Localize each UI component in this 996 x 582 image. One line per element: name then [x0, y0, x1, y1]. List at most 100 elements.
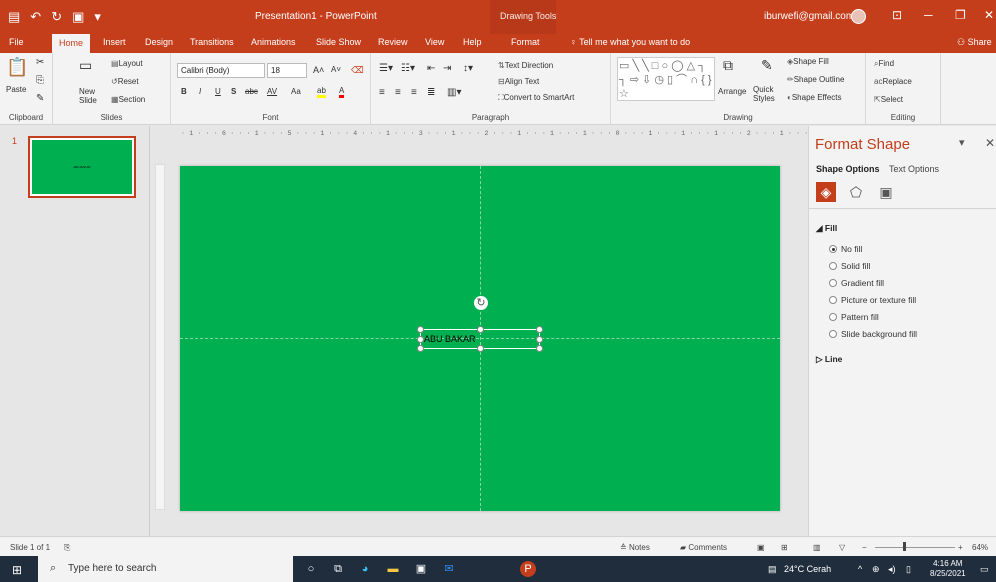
tab-view[interactable]: View	[425, 37, 444, 47]
notes-button[interactable]: ≙ Notes	[620, 543, 650, 552]
align-center-icon[interactable]: ≡	[395, 87, 401, 98]
fill-option-pattern[interactable]: Pattern fill	[829, 312, 879, 322]
increase-indent-icon[interactable]: ⇥	[443, 63, 451, 74]
text-direction-button[interactable]: ⇅ Text Direction	[498, 61, 553, 70]
file-explorer-icon[interactable]: ▬	[385, 561, 401, 577]
zoom-slider[interactable]	[875, 547, 955, 548]
tab-file[interactable]: File	[9, 37, 24, 47]
zoom-out-icon[interactable]: −	[862, 543, 867, 552]
shape-effects-button[interactable]: ◐ Shape Effects	[787, 93, 842, 102]
arrange-icon[interactable]: ⧉	[723, 57, 733, 74]
font-color-icon[interactable]: A	[339, 86, 345, 98]
select-button[interactable]: ⇱ Select	[874, 95, 903, 104]
restore-icon[interactable]: ❐	[955, 8, 966, 22]
tab-text-options[interactable]: Text Options	[889, 164, 939, 174]
resize-handle[interactable]	[417, 345, 424, 352]
grow-font-icon[interactable]: A˄	[313, 65, 324, 75]
format-painter-icon[interactable]: ✎	[36, 93, 44, 104]
comments-button[interactable]: ▰ Comments	[680, 543, 727, 552]
fill-section-header[interactable]: ◢ Fill	[816, 223, 837, 234]
customize-qat-icon[interactable]: ▾	[94, 9, 101, 25]
tab-review[interactable]: Review	[378, 37, 408, 47]
news-icon[interactable]: ▤	[768, 564, 777, 575]
tab-shape-options[interactable]: Shape Options	[816, 164, 880, 174]
font-name-dropdown[interactable]: Calibri (Body)	[177, 63, 265, 78]
copy-icon[interactable]: ⎘	[36, 75, 44, 86]
shrink-font-icon[interactable]: A˅	[331, 65, 341, 74]
fill-option-picture[interactable]: Picture or texture fill	[829, 295, 916, 305]
resize-handle[interactable]	[477, 326, 484, 333]
store-icon[interactable]: ▣	[413, 561, 429, 577]
highlight-color-icon[interactable]: ab	[317, 86, 326, 98]
zoom-in-icon[interactable]: +	[958, 543, 963, 552]
ribbon-display-icon[interactable]: ⊡	[892, 8, 902, 22]
tab-slide-show[interactable]: Slide Show	[316, 37, 361, 47]
minimize-icon[interactable]: ─	[924, 8, 933, 22]
align-right-icon[interactable]: ≡	[411, 87, 417, 98]
close-icon[interactable]: ✕	[984, 8, 994, 22]
fill-option-slide-background[interactable]: Slide background fill	[829, 329, 917, 339]
battery-icon[interactable]: ▯	[906, 564, 911, 575]
reset-button[interactable]: ↺ Reset	[111, 77, 139, 86]
new-slide-icon[interactable]: ▭	[79, 57, 92, 74]
bold-button[interactable]: B	[181, 87, 187, 96]
resize-handle[interactable]	[536, 336, 543, 343]
layout-button[interactable]: ▤ Layout	[111, 59, 143, 68]
show-hidden-icons[interactable]: ^	[858, 564, 862, 574]
slide-thumbnail[interactable]: ABU BAKAR	[28, 136, 136, 198]
edge-icon[interactable]: ◕	[357, 561, 373, 577]
resize-handle[interactable]	[417, 336, 424, 343]
size-properties-icon[interactable]: ▣	[876, 182, 896, 202]
section-button[interactable]: ▦ Section	[111, 95, 145, 104]
convert-smartart-button[interactable]: ⛶ Convert to SmartArt	[498, 93, 574, 103]
quick-styles-icon[interactable]: ✎	[761, 57, 773, 74]
tab-format[interactable]: Format	[511, 37, 540, 47]
accessibility-icon[interactable]: ⎘	[64, 543, 70, 553]
shape-outline-button[interactable]: ✏ Shape Outline	[787, 75, 844, 84]
numbering-icon[interactable]: ☷▾	[401, 63, 415, 74]
weather-text[interactable]: 24°C Cerah	[784, 564, 831, 574]
font-size-dropdown[interactable]: 18	[267, 63, 307, 78]
zoom-level[interactable]: 64%	[972, 543, 988, 552]
new-slide-button[interactable]: New Slide	[79, 87, 99, 105]
replace-button[interactable]: ac Replace	[874, 77, 912, 86]
volume-icon[interactable]: ◂)	[888, 564, 896, 575]
taskbar-search[interactable]: ⌕ Type here to search	[38, 556, 293, 582]
fill-line-icon[interactable]: ◈	[816, 182, 836, 202]
resize-handle[interactable]	[536, 326, 543, 333]
shapes-gallery[interactable]: ▭ ╲ ╲ □ ○ ◯ △ ┐ ┐ ⇨ ⇩ ◷ ▯ ⌒ ∩ { } ☆	[617, 57, 715, 101]
pane-close-icon[interactable]: ✕	[985, 136, 995, 150]
account-email[interactable]: iburwefi@gmail.com	[764, 11, 854, 22]
pane-options-icon[interactable]: ▾	[959, 136, 965, 149]
line-spacing-icon[interactable]: ↕▾	[463, 63, 473, 74]
zoom-slider-thumb[interactable]	[903, 542, 906, 551]
shape-fill-button[interactable]: ◈ Shape Fill	[787, 57, 829, 66]
textbox-text[interactable]: ABU BAKAR	[424, 334, 476, 344]
char-spacing-button[interactable]: AV	[267, 87, 277, 96]
arrange-button[interactable]: Arrange	[718, 87, 746, 96]
paste-button[interactable]: Paste	[6, 85, 26, 94]
tab-home[interactable]: Home	[52, 34, 91, 53]
tab-help[interactable]: Help	[463, 37, 482, 47]
save-icon[interactable]: ▤	[8, 9, 20, 25]
resize-handle[interactable]	[417, 326, 424, 333]
resize-handle[interactable]	[477, 345, 484, 352]
fill-option-solid[interactable]: Solid fill	[829, 261, 870, 271]
start-slideshow-icon[interactable]: ▣	[72, 9, 84, 25]
change-case-button[interactable]: Aa	[291, 87, 301, 96]
shadow-button[interactable]: S	[231, 87, 236, 96]
slideshow-view-icon[interactable]: ▽	[839, 543, 845, 552]
tab-insert[interactable]: Insert	[103, 37, 126, 47]
decrease-indent-icon[interactable]: ⇤	[427, 63, 435, 74]
underline-button[interactable]: U	[215, 87, 221, 96]
avatar[interactable]	[851, 9, 866, 24]
windows-start-icon[interactable]: ⊞	[12, 563, 22, 577]
tab-animations[interactable]: Animations	[251, 37, 296, 47]
line-section-header[interactable]: ▷ Line	[816, 354, 842, 365]
mail-icon[interactable]: ✉	[441, 561, 457, 577]
network-icon[interactable]: ⊕	[872, 564, 880, 575]
strikethrough-button[interactable]: abc	[245, 87, 258, 96]
selected-textbox[interactable]: ABU BAKAR	[417, 326, 543, 352]
slide-sorter-icon[interactable]: ⊞	[781, 543, 788, 552]
columns-icon[interactable]: ▥▾	[447, 87, 461, 98]
